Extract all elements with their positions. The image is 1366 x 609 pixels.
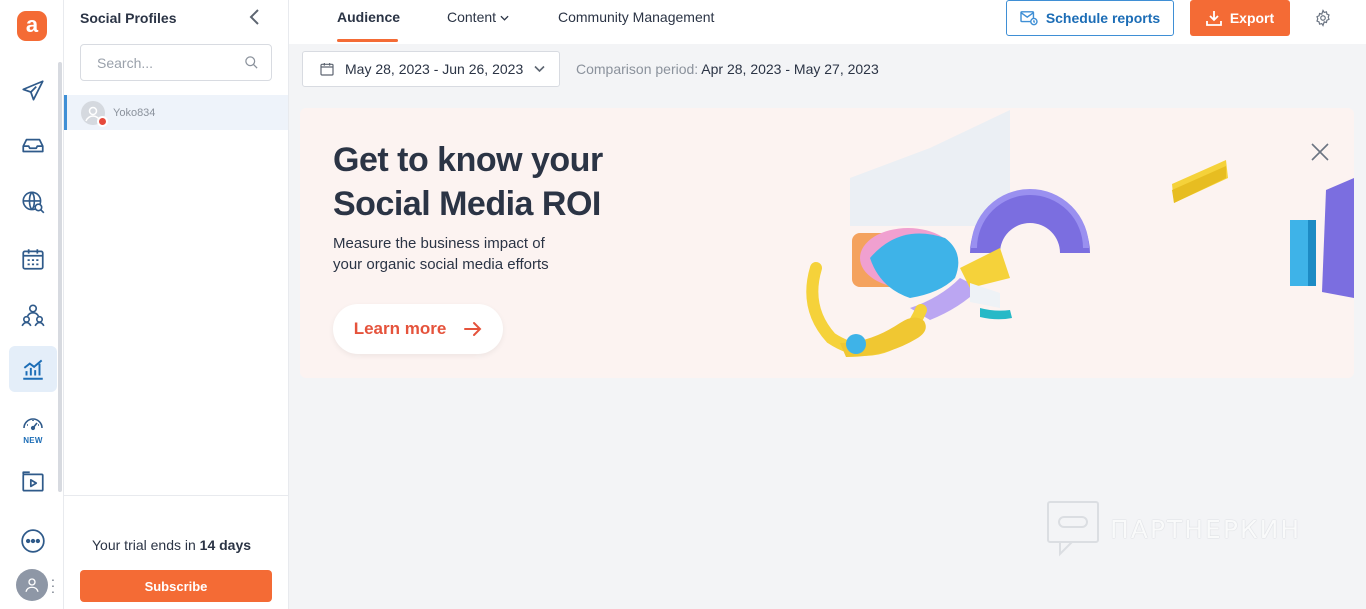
chevron-down-icon (500, 15, 509, 21)
bar-chart-icon (23, 359, 43, 380)
rail-more-button[interactable] (9, 518, 57, 564)
more-dots-icon (21, 529, 45, 553)
gear-icon (1316, 9, 1330, 27)
paper-plane-icon (22, 80, 44, 101)
close-banner-button[interactable] (1308, 140, 1332, 164)
watermark: ПАРТНЕРКИН (1046, 500, 1301, 558)
profile-avatar (81, 100, 108, 127)
user-avatar[interactable] (16, 569, 48, 601)
watermark-text: ПАРТНЕРКИН (1110, 514, 1302, 544)
profile-name: Yoko834 (113, 106, 156, 119)
rail-team-button[interactable] (9, 292, 57, 338)
tab-content[interactable]: Content (447, 9, 509, 43)
settings-button[interactable] (1314, 9, 1332, 32)
media-folder-icon (22, 471, 44, 492)
comparison-value: Apr 28, 2023 - May 27, 2023 (701, 61, 879, 77)
schedule-reports-button[interactable]: Schedule reports (1006, 0, 1174, 36)
banner-subtitle-line-1: Measure the business impact of (333, 235, 545, 252)
youtube-network-icon (97, 115, 108, 127)
banner-title-line-2: Social Media ROI (333, 185, 601, 223)
banner-subtitle-line-2: your organic social media efforts (333, 256, 549, 273)
top-bar: Audience Content Community Management Sc… (289, 0, 1366, 44)
banner-illustration (806, 110, 1354, 357)
calendar-icon (320, 63, 334, 76)
inbox-tray-icon (22, 138, 44, 153)
rail-dashboard-button[interactable]: NEW (9, 404, 57, 452)
export-button[interactable]: Export (1190, 0, 1290, 36)
chevron-down-icon (534, 65, 545, 73)
watermark-logo-icon (1047, 501, 1099, 557)
roi-promo-banner: Get to know your Social Media ROI Measur… (300, 108, 1354, 378)
comparison-prefix: Comparison period: (576, 61, 702, 77)
tab-audience[interactable]: Audience (337, 9, 400, 43)
arrow-right-icon (464, 322, 482, 336)
divider (64, 495, 288, 496)
rail-inbox-button[interactable] (9, 122, 57, 168)
date-range-picker[interactable]: May 28, 2023 - Jun 26, 2023 (302, 51, 560, 87)
banner-title-line-1: Get to know your (333, 141, 603, 179)
banner-subtitle: Measure the business impact of your orga… (333, 233, 549, 275)
active-tab-indicator (337, 39, 398, 42)
trial-notice: Your trial ends in 14 days (92, 537, 251, 553)
user-icon (25, 578, 39, 592)
learn-more-label: Learn more (353, 319, 447, 338)
chevron-left-icon (249, 9, 259, 25)
icon-rail: a NEW · · · (0, 0, 64, 609)
rail-media-button[interactable] (9, 459, 57, 505)
profile-item[interactable]: Yoko834 (64, 95, 288, 130)
trial-days: 14 days (199, 537, 252, 553)
app-logo[interactable]: a (17, 11, 47, 41)
subscribe-button[interactable]: Subscribe (80, 570, 272, 602)
download-icon (1205, 11, 1222, 26)
close-icon (1311, 143, 1329, 161)
comparison-period: Comparison period: Apr 28, 2023 - May 27… (576, 61, 879, 77)
banner-title: Get to know your Social Media ROI (333, 138, 603, 226)
profile-search-box[interactable] (80, 44, 272, 81)
date-range-label: May 28, 2023 - Jun 26, 2023 (345, 61, 524, 77)
learn-more-button[interactable]: Learn more (333, 304, 503, 354)
schedule-mail-icon (1020, 11, 1038, 26)
trial-prefix: Your trial ends in (92, 537, 200, 553)
profile-search-input[interactable] (97, 54, 237, 71)
rail-scrollbar[interactable] (58, 62, 62, 492)
schedule-reports-label: Schedule reports (1045, 10, 1161, 26)
panel-title: Social Profiles (80, 10, 177, 26)
tab-community-management[interactable]: Community Management (558, 9, 714, 43)
calendar-icon (22, 249, 44, 270)
tab-content-label: Content (447, 9, 497, 25)
collapse-panel-button[interactable] (244, 6, 266, 28)
social-profiles-panel: Social Profiles Yoko834 Your trial ends … (64, 0, 289, 609)
account-menu-icon[interactable]: · · · (50, 572, 56, 598)
rail-analytics-button[interactable] (9, 346, 57, 392)
speedometer-icon (23, 418, 43, 431)
rail-calendar-button[interactable] (9, 236, 57, 282)
export-label: Export (1229, 10, 1275, 26)
rail-listening-button[interactable] (9, 179, 57, 225)
new-badge: NEW (23, 436, 43, 445)
search-icon[interactable] (244, 55, 259, 70)
globe-search-icon (22, 191, 45, 214)
rail-publish-button[interactable] (9, 68, 57, 114)
team-icon (21, 304, 45, 327)
